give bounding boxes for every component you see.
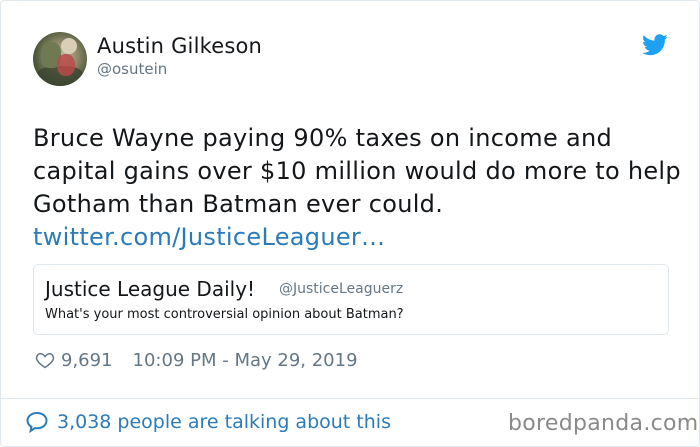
like-count[interactable]: 9,691	[61, 350, 113, 371]
speech-bubble-icon	[26, 411, 48, 434]
tweet-line-2: capital gains over $10 million would do …	[33, 157, 681, 185]
tweet-meta: 9,691 10:09 PM - May 29, 2019	[35, 347, 358, 373]
quoted-author-name: Justice League Daily!	[45, 277, 256, 301]
tweet-timestamp[interactable]: 10:09 PM - May 29, 2019	[133, 350, 358, 371]
avatar[interactable]	[33, 32, 87, 86]
tweet-text: Bruce Wayne paying 90% taxes on income a…	[33, 122, 683, 254]
twitter-bird-icon[interactable]	[642, 34, 668, 56]
conversation-link[interactable]: 3,038 people are talking about this	[25, 410, 391, 434]
heart-icon[interactable]	[35, 350, 55, 370]
quoted-tweet[interactable]: Justice League Daily! @JusticeLeaguerz W…	[33, 264, 669, 335]
tweet-link[interactable]: twitter.com/JusticeLeaguer…	[33, 223, 385, 251]
conversation-count: 3,038 people are talking about this	[57, 411, 391, 433]
author-name[interactable]: Austin Gilkeson	[97, 34, 262, 58]
author-handle[interactable]: @osutein	[97, 60, 167, 78]
tweet-line-3: Gotham than Batman ever could.	[33, 190, 444, 218]
watermark: boredpanda.com	[508, 411, 699, 436]
tweet-card: Austin Gilkeson @osutein Bruce Wayne pay…	[0, 0, 700, 447]
footer-divider	[1, 398, 700, 399]
tweet-line-1: Bruce Wayne paying 90% taxes on income a…	[33, 124, 612, 152]
quoted-tweet-text: What's your most controversial opinion a…	[45, 307, 404, 322]
quoted-author-handle: @JusticeLeaguerz	[279, 281, 404, 297]
